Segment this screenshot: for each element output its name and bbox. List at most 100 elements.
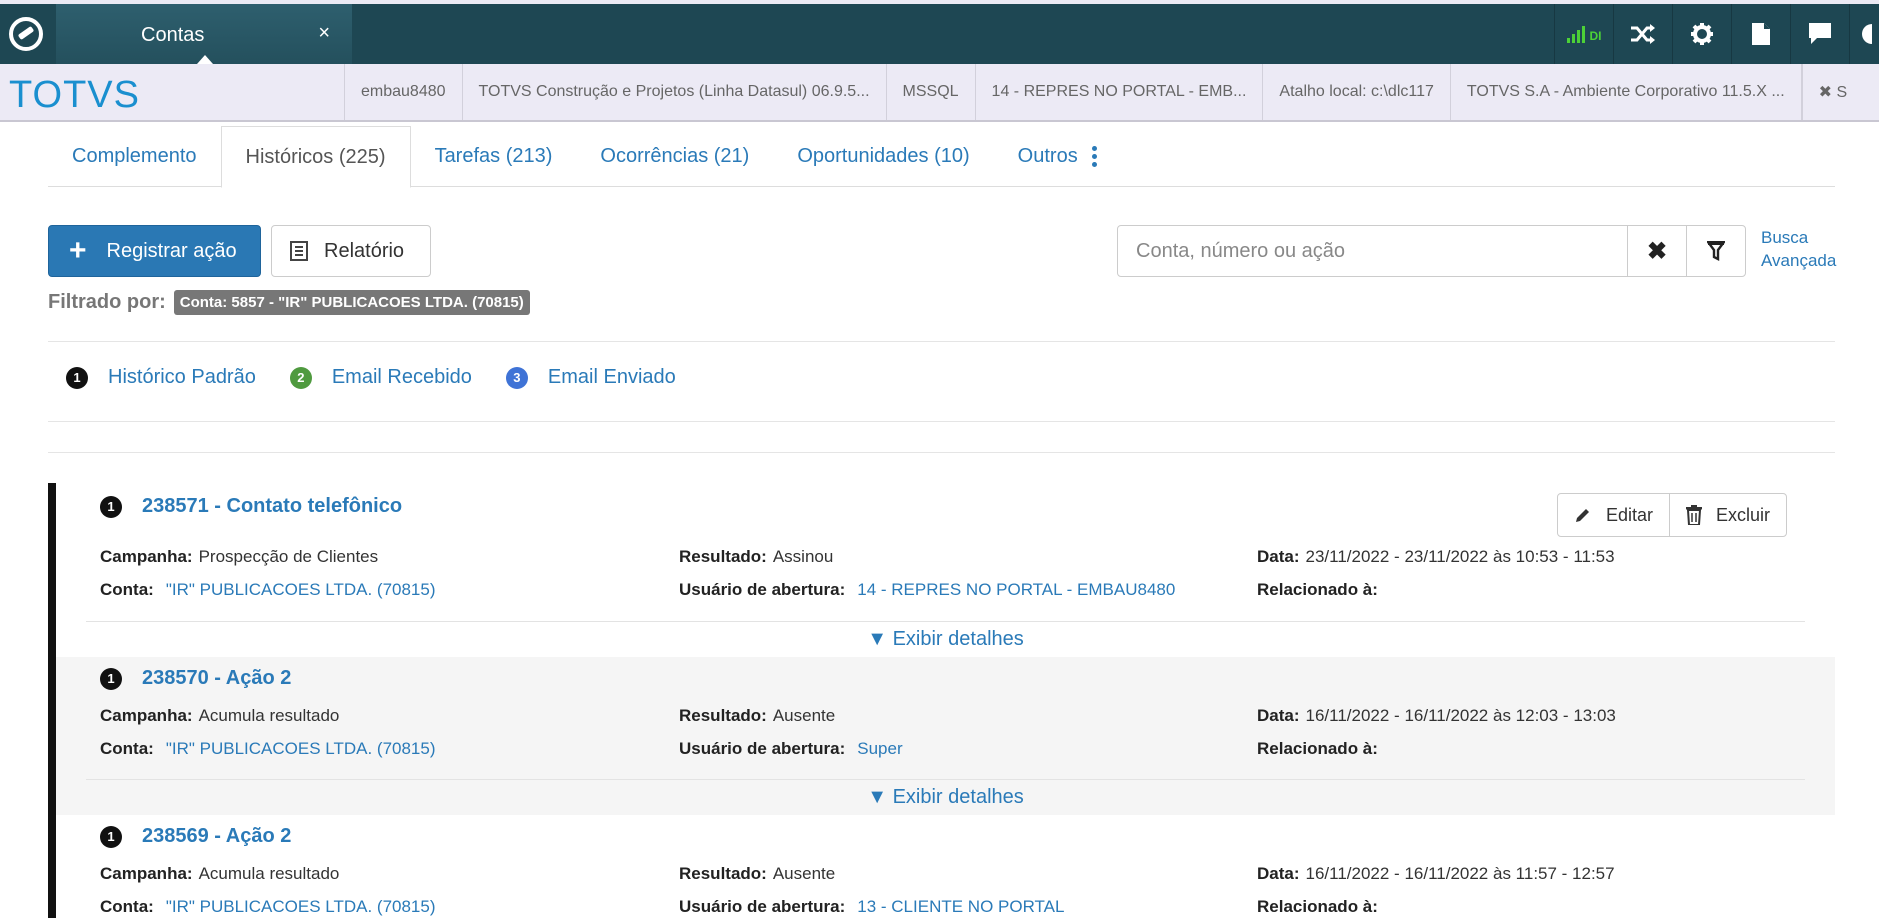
record-title: 238569 - Ação 2 [142,825,292,847]
delete-label: Excluir [1715,504,1770,525]
document-button[interactable] [1731,4,1790,64]
user-button[interactable] [1849,4,1879,64]
main-panel: Complemento Históricos (225) Tarefas (21… [0,122,1879,918]
info-representative: 14 - REPRES NO PORTAL - EMB... [974,64,1263,120]
field-label: Conta: [100,739,154,758]
account-link[interactable]: "IR" PUBLICACOES LTDA. (70815) [166,739,436,758]
field-label: Usuário de abertura: [679,739,846,758]
delete-button[interactable]: Excluir [1668,494,1786,536]
user-link[interactable]: 14 - REPRES NO PORTAL - EMBAU8480 [857,580,1175,599]
field-label: Data: [1257,547,1300,566]
field-value: 23/11/2022 - 23/11/2022 às 10:53 - 11:53 [1305,547,1615,566]
tab-ocorrencias[interactable]: Ocorrências (21) [576,126,773,187]
account-link[interactable]: "IR" PUBLICACOES LTDA. (70815) [166,897,436,916]
record-title-link[interactable]: 1 238569 - Ação 2 [100,825,291,848]
record-title-link[interactable]: 1 238571 - Contato telefônico [100,495,402,518]
field-data: Data: 16/11/2022 - 16/11/2022 às 12:03 - … [1257,706,1616,726]
legend-historico-padrao[interactable]: 1 Histórico Padrão [66,366,256,389]
divider [48,421,1835,422]
field-label: Campanha: [100,547,193,566]
field-conta: Conta: "IR" PUBLICACOES LTDA. (70815) [100,897,436,917]
field-label: Resultado: [679,706,767,725]
edit-button[interactable]: Editar [1558,494,1669,536]
advanced-search-link[interactable]: Busca Avançada [1761,226,1836,272]
chat-button[interactable] [1790,4,1849,64]
search-box: ✖ [1117,225,1746,277]
field-value: Prospecção de Clientes [198,547,379,566]
filter-button[interactable] [1686,226,1745,276]
info-environment: TOTVS S.A - Ambiente Corporativo 11.5.X … [1449,64,1802,120]
field-campanha: Campanha: Acumula resultado [100,706,339,726]
search-input[interactable] [1118,226,1627,276]
legend-email-recebido[interactable]: 2 Email Recebido [289,366,472,389]
field-value: Ausente [772,706,836,725]
user-link[interactable]: 13 - CLIENTE NO PORTAL [857,897,1064,916]
field-usuario: Usuário de abertura: 14 - REPRES NO PORTA… [679,580,1175,600]
info-user: embau8480 [344,64,462,120]
info-bar: TOTVS embau8480 TOTVS Construção e Proje… [0,64,1879,122]
tab-complemento[interactable]: Complemento [48,126,221,187]
field-value: 16/11/2022 - 16/11/2022 às 11:57 - 12:57 [1305,864,1615,883]
record-type-badge: 1 [100,495,122,518]
field-usuario: Usuário de abertura: 13 - CLIENTE NO PORT… [679,897,1064,917]
record-type-badge: 1 [100,825,122,848]
info-close-session[interactable]: ✖ S [1801,64,1864,120]
legend-email-enviado[interactable]: 3 Email Enviado [505,366,676,389]
field-label: Usuário de abertura: [679,580,846,599]
clear-search-button[interactable]: ✖ [1627,226,1686,276]
legend-number-badge: 3 [505,366,528,389]
account-link[interactable]: "IR" PUBLICACOES LTDA. (70815) [166,580,436,599]
field-label: Campanha: [100,864,193,883]
field-relacionado: Relacionado à: [1257,580,1384,600]
history-record: 1 238569 - Ação 2 Campanha: Acumula resul… [56,815,1835,918]
field-label: Relacionado à: [1257,897,1378,916]
report-button[interactable]: Relatório [271,225,431,277]
field-label: Usuário de abertura: [679,897,846,916]
register-action-button[interactable]: + Registrar ação [48,225,261,277]
field-conta: Conta: "IR" PUBLICACOES LTDA. (70815) [100,580,436,600]
tab-contas[interactable]: Contas × [56,4,352,64]
filter-chip[interactable]: Conta: 5857 - "IR" PUBLICACOES LTDA. (70… [173,290,530,315]
chat-icon [1809,23,1831,44]
filter-icon [1707,241,1725,261]
show-details-link[interactable]: ▼ Exibir detalhes [86,779,1805,815]
tab-outros[interactable]: Outros [994,126,1121,187]
field-value: 16/11/2022 - 16/11/2022 às 12:03 - 13:03 [1305,706,1616,725]
settings-button[interactable] [1672,4,1731,64]
document-icon [1752,23,1770,45]
shuffle-button[interactable] [1613,4,1672,64]
edit-label: Editar [1605,504,1653,525]
legend-number-badge: 1 [66,366,88,389]
tab-historicos[interactable]: Históricos (225) [220,126,411,188]
field-label: Resultado: [679,864,767,883]
shuffle-icon [1631,24,1655,44]
brand-logo: TOTVS [9,74,140,116]
report-label: Relatório [324,239,405,262]
legend-label: Email Recebido [331,366,472,388]
show-details-link[interactable]: ▼ Exibir detalhes [86,621,1805,657]
detail-tabs: Complemento Históricos (225) Tarefas (21… [48,126,1835,188]
field-resultado: Resultado: Ausente [679,706,835,726]
active-tab-caret [197,55,213,64]
record-type-badge: 1 [100,667,122,690]
tab-oportunidades[interactable]: Oportunidades (10) [773,126,993,187]
active-filter: Filtrado por: Conta: 5857 - "IR" PUBLICA… [48,290,530,315]
record-actions: Editar Excluir [1556,493,1787,537]
close-icon[interactable]: × [318,22,330,45]
field-label: Campanha: [100,706,193,725]
user-link[interactable]: Super [857,739,902,758]
history-type-legend: 1 Histórico Padrão 2 Email Recebido 3 Em… [66,366,710,389]
connection-status[interactable]: DI [1554,4,1613,64]
tab-tarefas[interactable]: Tarefas (213) [411,126,577,187]
info-shortcut: Atalho local: c:\dlc117 [1262,64,1449,120]
app-logo-button[interactable] [0,4,52,64]
info-database: MSSQL [885,64,975,120]
top-bar: Contas × DI [0,4,1879,64]
advanced-search-line1: Busca [1761,228,1809,247]
divider [48,341,1835,342]
history-record: 1 238570 - Ação 2 Campanha: Acumula resul… [56,657,1835,815]
field-relacionado: Relacionado à: [1257,739,1384,759]
signal-icon: DI [1566,25,1602,43]
field-relacionado: Relacionado à: [1257,897,1384,917]
record-title-link[interactable]: 1 238570 - Ação 2 [100,667,291,690]
